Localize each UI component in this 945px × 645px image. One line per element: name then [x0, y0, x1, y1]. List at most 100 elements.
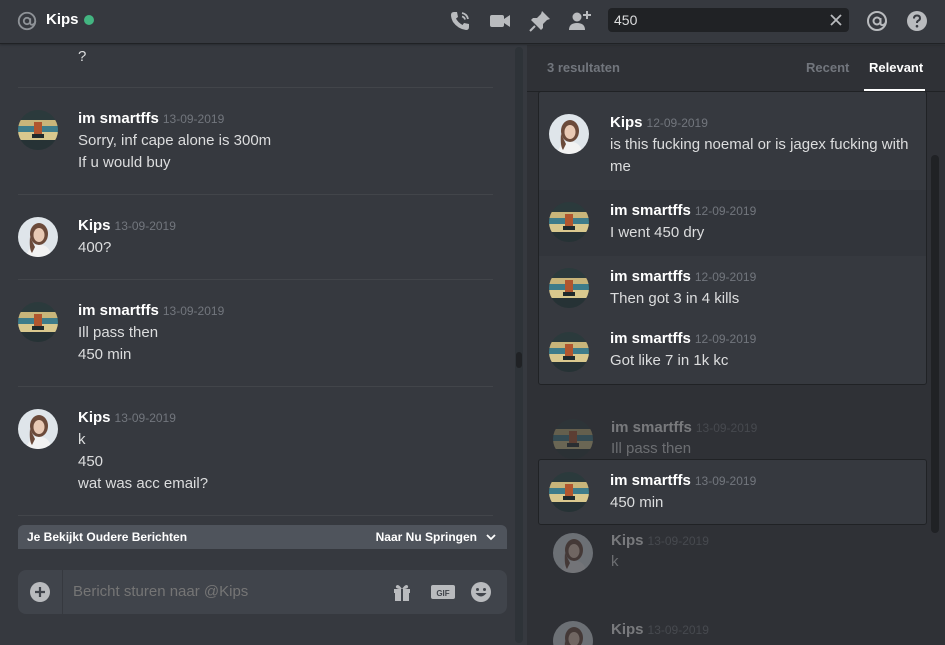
tab-recent[interactable]: Recent	[806, 60, 849, 75]
chat-scrollbar-thumb[interactable]	[516, 352, 522, 368]
add-member-icon[interactable]	[568, 9, 592, 33]
search-result-group: Kips 12-09-2019 is this fucking noemal or…	[538, 91, 927, 385]
chat-panel: ? im smartffs 13-09-2019 Sorry, inf cape …	[0, 45, 527, 645]
avatar[interactable]	[18, 217, 58, 257]
mention-icon[interactable]	[865, 9, 889, 33]
svg-text:GIF: GIF	[436, 589, 449, 598]
gift-icon[interactable]	[391, 581, 413, 603]
at-sign-icon	[17, 11, 37, 31]
result-timestamp: 13-09-2019	[647, 534, 709, 548]
message-author[interactable]: im smartffs 13-09-2019	[78, 110, 224, 127]
avatar[interactable]	[549, 114, 589, 154]
channel-header: Kips 450	[0, 0, 945, 44]
message-text: Sorry, inf cape alone is 300m	[78, 132, 272, 149]
message-text: Ill pass then	[78, 324, 159, 341]
message-text: 450 min	[78, 346, 132, 363]
avatar[interactable]	[18, 302, 58, 342]
message-timestamp: 13-09-2019	[114, 411, 176, 425]
message-timestamp: 13-09-2019	[114, 219, 176, 233]
avatar	[553, 533, 593, 573]
clear-search-icon[interactable]	[829, 13, 843, 27]
emoji-icon[interactable]	[470, 581, 492, 603]
message-divider	[18, 87, 493, 88]
search-result[interactable]: im smartffs 12-09-2019 Then got 3 in 4 ki…	[539, 256, 926, 320]
message-author[interactable]: Kips 13-09-2019	[78, 217, 176, 234]
message-text: k	[78, 431, 86, 448]
avatar[interactable]	[549, 332, 589, 372]
jump-to-present-button[interactable]: Naar Nu Springen	[376, 530, 477, 544]
message-author[interactable]: Kips 13-09-2019	[78, 409, 176, 426]
phone-call-icon[interactable]	[448, 9, 472, 33]
result-text: k	[611, 553, 619, 570]
result-text: me	[610, 158, 631, 175]
search-results-panel: 3 resultaten Recent Relevant Kips 12-09-2…	[527, 45, 945, 645]
chevron-down-icon[interactable]	[485, 531, 497, 543]
result-text: Ill pass then	[611, 440, 692, 457]
result-timestamp: 12-09-2019	[694, 270, 757, 284]
result-text: 450 min	[610, 494, 664, 511]
avatar	[553, 419, 593, 459]
message-text: wat was acc email?	[78, 475, 209, 492]
search-result-group: im smartffs 13-09-2019 450 min	[538, 459, 927, 525]
message-text: If u would buy	[78, 154, 171, 171]
avatar[interactable]	[549, 472, 589, 512]
older-messages-bar[interactable]: Je Bekijkt Oudere Berichten Naar Nu Spri…	[18, 525, 507, 549]
result-author[interactable]: Kips 12-09-2019	[610, 114, 708, 131]
result-text: I went 450 dry	[610, 224, 705, 241]
result-text: is this fucking noemal or is jagex fucki…	[610, 136, 909, 153]
results-scrollbar[interactable]	[931, 155, 939, 533]
message-text: 450	[78, 453, 104, 470]
message-divider	[18, 515, 493, 516]
message-divider	[18, 386, 493, 387]
message-author[interactable]: im smartffs 13-09-2019	[78, 302, 224, 319]
results-count: 3 resultaten	[547, 60, 620, 75]
search-result-context: Kips 13-09-2019	[538, 621, 927, 645]
result-timestamp: 12-09-2019	[694, 332, 757, 346]
result-author[interactable]: im smartffs 12-09-2019	[610, 268, 756, 285]
search-result-context: im smartffs 13-09-2019 Ill pass then	[538, 415, 927, 465]
video-icon[interactable]	[488, 9, 512, 33]
search-result-match[interactable]: im smartffs 13-09-2019 450 min	[539, 460, 926, 524]
result-author: Kips 13-09-2019	[611, 621, 709, 638]
result-author[interactable]: im smartffs 13-09-2019	[610, 472, 756, 489]
chat-scrollbar[interactable]	[515, 47, 523, 643]
online-status-indicator	[84, 15, 94, 25]
result-author: Kips 13-09-2019	[611, 532, 709, 549]
result-timestamp: 13-09-2019	[694, 474, 757, 488]
result-timestamp: 12-09-2019	[694, 204, 757, 218]
pin-icon[interactable]	[528, 9, 552, 33]
avatar[interactable]	[549, 202, 589, 242]
message-divider	[18, 194, 493, 195]
message-composer: GIF	[18, 570, 507, 614]
help-icon[interactable]	[905, 9, 929, 33]
search-result-match[interactable]: im smartffs 12-09-2019 I went 450 dry	[539, 190, 926, 256]
avatar[interactable]	[18, 110, 58, 150]
tab-relevant[interactable]: Relevant	[869, 60, 923, 75]
result-timestamp: 13-09-2019	[647, 623, 709, 637]
result-text: Then got 3 in 4 kills	[610, 290, 740, 307]
avatar[interactable]	[549, 268, 589, 308]
avatar	[553, 621, 593, 645]
message-fragment: ?	[78, 48, 87, 65]
result-timestamp: 13-09-2019	[695, 421, 758, 435]
plus-icon[interactable]	[30, 582, 50, 602]
search-input[interactable]: 450	[614, 12, 637, 28]
message-text: 400?	[78, 239, 112, 256]
result-author[interactable]: im smartffs 12-09-2019	[610, 330, 756, 347]
search-result-context: Kips 13-09-2019 k	[538, 531, 927, 581]
message-input[interactable]	[73, 583, 373, 600]
message-divider	[18, 279, 493, 280]
result-author: im smartffs 13-09-2019	[611, 419, 758, 436]
older-messages-label: Je Bekijkt Oudere Berichten	[27, 530, 188, 544]
search-field[interactable]: 450	[608, 8, 849, 32]
message-timestamp: 13-09-2019	[162, 304, 225, 318]
gif-icon[interactable]: GIF	[430, 581, 456, 603]
result-timestamp: 12-09-2019	[646, 116, 708, 130]
search-result[interactable]: Kips 12-09-2019 is this fucking noemal or…	[539, 92, 926, 190]
dm-recipient-name: Kips	[46, 11, 79, 28]
search-results-header: 3 resultaten Recent Relevant	[527, 45, 945, 92]
result-text: Got like 7 in 1k kc	[610, 352, 729, 369]
result-author[interactable]: im smartffs 12-09-2019	[610, 202, 756, 219]
search-result[interactable]: im smartffs 12-09-2019 Got like 7 in 1k k…	[539, 320, 926, 384]
avatar[interactable]	[18, 409, 58, 449]
